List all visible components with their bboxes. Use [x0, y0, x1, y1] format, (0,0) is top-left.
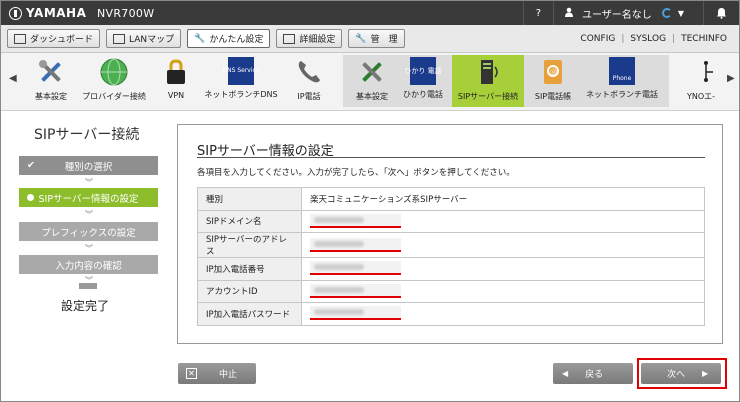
techinfo-link[interactable]: TECHINFO — [675, 34, 733, 44]
tools-icon: 🔧 — [355, 33, 367, 44]
nav-sip-server-connection[interactable]: SIPサーバー接続 — [452, 55, 524, 107]
scroll-left-icon[interactable]: ◀ — [9, 73, 17, 84]
syslog-link[interactable]: SYSLOG — [624, 34, 672, 44]
close-box-icon: ✕ — [186, 368, 197, 379]
tools-icon — [357, 57, 387, 87]
tools-icon — [36, 57, 66, 87]
settings-panel: SIPサーバー情報の設定 各項目を入力してください。入力が完了したら、「次へ」ボ… — [177, 124, 723, 344]
nav-phone-basic-settings[interactable]: 基本設定 — [349, 55, 395, 107]
step-prefix-settings: プレフィックスの設定 — [19, 222, 158, 241]
table-row: SIPドメイン名 — [197, 209, 705, 233]
brand-logo: YAMAHA — [1, 6, 97, 20]
field-label: 種別 — [197, 187, 302, 211]
chevron-down-icon: ︾ — [85, 244, 93, 253]
field-label: IP加入電話パスワード — [197, 302, 302, 326]
feature-icon-bar: ◀ 基本設定 プロバイダー接続 VPN DNS Service ネットボランチD… — [1, 53, 739, 111]
scroll-right-icon[interactable]: ▶ — [727, 73, 735, 84]
step-sip-server-info: SIPサーバー情報の設定 — [19, 188, 158, 207]
nav-basic-settings[interactable]: 基本設定 — [29, 55, 73, 107]
netvolante-phone-icon: Phone — [609, 57, 635, 85]
field-label: SIPドメイン名 — [197, 209, 302, 233]
checkmark-icon: ✔ — [27, 160, 35, 171]
chevron-down-icon: ▼ — [677, 8, 684, 18]
sip-server-address-input[interactable] — [310, 237, 401, 252]
lan-map-button[interactable]: LANマップ — [106, 29, 182, 48]
cancel-button[interactable]: ✕ 中止 — [178, 363, 256, 384]
chevron-down-icon: ︾ — [85, 210, 93, 219]
nav-provider-connection[interactable]: プロバイダー接続 — [81, 55, 147, 107]
table-row: 種別 楽天コミュニケーションズ系SIPサーバー — [197, 187, 705, 211]
account-id-input[interactable] — [310, 283, 401, 298]
arrow-right-icon: ▶ — [702, 369, 709, 378]
menu-bar: ダッシュボード LANマップ 🔧 かんたん設定 詳細設定 🔧 管 理 CONFI… — [1, 25, 739, 53]
padlock-icon — [161, 57, 191, 87]
user-name: ユーザー名なし — [582, 9, 652, 21]
table-row: アカウントID — [197, 279, 705, 303]
wizard-title: SIPサーバー接続 — [34, 127, 140, 143]
user-menu[interactable]: ユーザー名なし ▼ — [553, 1, 703, 25]
notification-bell-icon[interactable] — [703, 1, 739, 25]
management-button[interactable]: 🔧 管 理 — [348, 29, 405, 48]
loading-spinner-icon — [661, 8, 672, 18]
brand-name: YAMAHA — [26, 6, 87, 20]
panel-instructions: 各項目を入力してください。入力が完了したら、「次へ」ボタンを押してください。 — [197, 168, 515, 178]
nav-yno-agent[interactable]: YNOエ- — [681, 55, 721, 107]
field-label: アカウントID — [197, 279, 302, 303]
svg-text:@: @ — [550, 68, 557, 76]
wrench-icon: 🔧 — [194, 33, 206, 44]
dashboard-icon — [14, 33, 26, 44]
current-step-dot-icon — [27, 194, 34, 201]
nav-ip-phone[interactable]: IP電話 — [289, 55, 329, 107]
server-type-value: 楽天コミュニケーションズ系SIPサーバー — [301, 187, 705, 211]
final-step-marker — [79, 283, 97, 289]
dns-service-icon: DNS Service — [223, 57, 260, 85]
help-icon[interactable]: ? — [522, 1, 553, 25]
easy-setup-button[interactable]: 🔧 かんたん設定 — [187, 29, 271, 48]
hikari-phone-icon: ひかり 電話 — [404, 57, 442, 85]
phone-handset-icon — [294, 57, 324, 87]
lan-map-icon — [113, 33, 126, 44]
user-icon — [564, 7, 574, 20]
sip-settings-table: 種別 楽天コミュニケーションズ系SIPサーバー SIPドメイン名 SIPサーバー… — [197, 187, 705, 326]
arrow-left-icon: ◀ — [562, 369, 569, 378]
nav-netvolante-phone[interactable]: Phone ネットボランチ電話 — [583, 55, 661, 107]
nav-vpn[interactable]: VPN — [159, 55, 193, 107]
field-label: SIPサーバーのアドレス — [197, 232, 302, 258]
divider — [197, 157, 705, 158]
network-tree-icon — [686, 57, 716, 87]
next-button[interactable]: 次へ ▶ — [641, 363, 721, 384]
device-model: NVR700W — [97, 6, 155, 20]
field-label: IP加入電話番号 — [197, 257, 302, 281]
nav-sip-phonebook[interactable]: @ SIP電話帳 — [529, 55, 577, 107]
settings-grid-icon — [283, 33, 296, 44]
ip-phone-password-input[interactable] — [310, 306, 401, 321]
advanced-settings-button[interactable]: 詳細設定 — [276, 29, 343, 48]
address-book-icon: @ — [538, 57, 568, 87]
config-link[interactable]: CONFIG — [574, 34, 621, 44]
nav-hikari-phone[interactable]: ひかり 電話 ひかり電話 — [399, 55, 447, 107]
top-bar: YAMAHA NVR700W ? ユーザー名なし ▼ — [1, 1, 739, 25]
sip-server-icon — [473, 57, 503, 87]
table-row: IP加入電話番号 — [197, 257, 705, 281]
step-confirm-input: 入力内容の確認 — [19, 255, 158, 274]
step-type-selection: ✔ 種別の選択 — [19, 156, 158, 175]
chevron-down-icon: ︾ — [85, 178, 93, 187]
yamaha-logo-icon — [9, 6, 22, 20]
sip-domain-input[interactable] — [310, 213, 401, 228]
step-setup-complete: 設定完了 — [61, 299, 110, 313]
table-row: SIPサーバーのアドレス — [197, 232, 705, 258]
dashboard-button[interactable]: ダッシュボード — [7, 29, 101, 48]
globe-icon — [99, 57, 129, 87]
ip-phone-number-input[interactable] — [310, 261, 401, 276]
table-row: IP加入電話パスワード — [197, 302, 705, 326]
back-button[interactable]: ◀ 戻る — [553, 363, 633, 384]
nav-netvolante-dns[interactable]: DNS Service ネットボランチDNS — [201, 55, 281, 107]
